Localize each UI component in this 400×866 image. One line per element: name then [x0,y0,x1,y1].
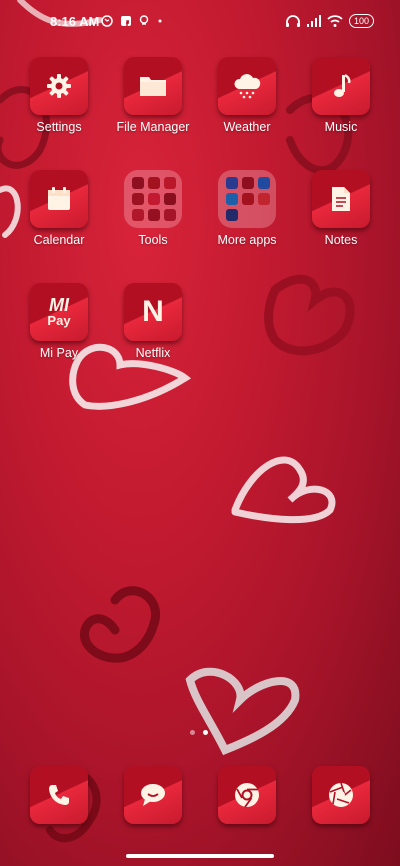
dock-camera[interactable] [293,766,389,824]
app-calendar[interactable]: Calendar [11,170,107,247]
app-folder-tools[interactable]: Tools [105,170,201,247]
folder-grid-icon[interactable] [218,170,276,228]
status-bar: 8:16 AM 100 [0,0,400,44]
app-label: Settings [36,120,82,134]
app-notes[interactable]: Notes [293,170,389,247]
music-note-icon [334,73,351,97]
chrome-icon [235,783,259,808]
page-dot [190,730,195,735]
app-label: Weather [223,120,271,134]
folder-grid-icon[interactable] [124,170,182,228]
weather-tile[interactable] [218,57,276,115]
cloud-icon [234,74,261,99]
browser-tile[interactable] [218,766,276,824]
app-label: File Manager [116,120,190,134]
app-label: Netflix [135,346,171,360]
app-label: Tools [138,233,168,247]
settings-tile[interactable] [30,57,88,115]
app-mi-pay[interactable]: MI Pay Mi Pay [11,283,107,360]
dock-phone[interactable] [11,766,107,824]
status-time: 8:16 AM [50,14,100,29]
netflix-icon: N [142,295,164,328]
app-folder-more-apps[interactable]: More apps [199,170,295,247]
app-netflix[interactable]: N Netflix [105,283,201,360]
document-icon [332,187,350,211]
battery-icon: 100 [348,14,374,28]
wifi-icon [327,15,343,27]
message-icon [141,784,165,806]
whatsapp-icon [101,15,113,27]
page-dot-active [203,730,208,735]
app-file-manager[interactable]: File Manager [105,57,201,134]
netflix-tile[interactable]: N [124,283,182,341]
calendar-icon [48,187,70,210]
notes-tile[interactable] [312,170,370,228]
facebook-icon [121,16,131,26]
app-label: Calendar [33,233,85,247]
maps-icon [139,15,149,25]
dock-browser[interactable] [199,766,295,824]
app-label: Notes [324,233,358,247]
calendar-tile[interactable] [30,170,88,228]
phone-tile[interactable] [30,766,88,824]
system-status-icons: 100 [285,14,374,28]
home-gesture-bar[interactable] [126,854,274,858]
dock-messages[interactable] [105,766,201,824]
app-weather[interactable]: Weather [199,57,295,134]
phone-icon [49,785,69,805]
music-tile[interactable] [312,57,370,115]
more-dot-icon [158,19,162,23]
notification-icons [101,15,164,27]
mi-pay-tile[interactable]: MI Pay [30,283,88,341]
camera-icon [329,782,353,807]
app-label: More apps [217,233,277,247]
gear-icon [47,74,71,98]
signal-icon [306,15,321,27]
mi-pay-icon-text: Pay [47,312,71,328]
app-label: Mi Pay [39,346,79,360]
app-label: Music [324,120,358,134]
camera-tile[interactable] [312,766,370,824]
page-indicator [190,730,208,735]
folder-icon [140,77,166,96]
file-manager-tile[interactable] [124,57,182,115]
headphones-icon [285,15,300,27]
messages-tile[interactable] [124,766,182,824]
app-settings[interactable]: Settings [11,57,107,134]
app-music[interactable]: Music [293,57,389,134]
mi-pay-icon: MI [49,294,69,315]
